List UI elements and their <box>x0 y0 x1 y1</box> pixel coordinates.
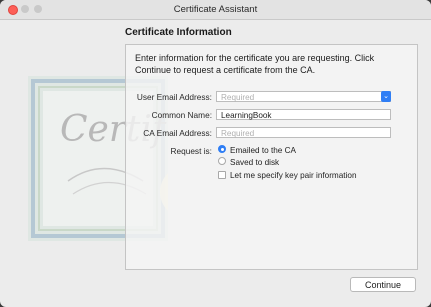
keypair-checkbox-label[interactable]: Let me specify key pair information <box>230 171 357 180</box>
emailed-to-ca-label[interactable]: Emailed to the CA <box>230 146 296 155</box>
title-bar: Certificate Assistant <box>0 0 431 20</box>
form-panel <box>125 44 418 270</box>
user-email-dropdown-button[interactable]: ⌄ <box>381 91 391 102</box>
common-name-label: Common Name: <box>151 110 212 120</box>
window-title: Certificate Assistant <box>173 4 258 15</box>
intro-text: Enter information for the certificate yo… <box>135 53 375 75</box>
user-email-field[interactable]: Required <box>216 91 391 102</box>
user-email-label: User Email Address: <box>136 92 212 102</box>
continue-button[interactable]: Continue <box>350 277 416 292</box>
chevron-down-icon: ⌄ <box>383 93 389 100</box>
ca-email-label: CA Email Address: <box>143 128 212 138</box>
section-title: Certificate Information <box>125 27 232 38</box>
ca-email-field[interactable]: Required <box>216 127 391 138</box>
certificate-assistant-window: Certificate Assistant Certif Certificate… <box>0 0 431 307</box>
emailed-to-ca-radio[interactable] <box>218 145 226 153</box>
saved-to-disk-radio[interactable] <box>218 157 226 165</box>
common-name-field[interactable]: LearningBook <box>216 109 391 120</box>
keypair-checkbox[interactable] <box>218 171 226 179</box>
request-is-label: Request is: <box>170 146 212 156</box>
saved-to-disk-label[interactable]: Saved to disk <box>230 158 279 167</box>
